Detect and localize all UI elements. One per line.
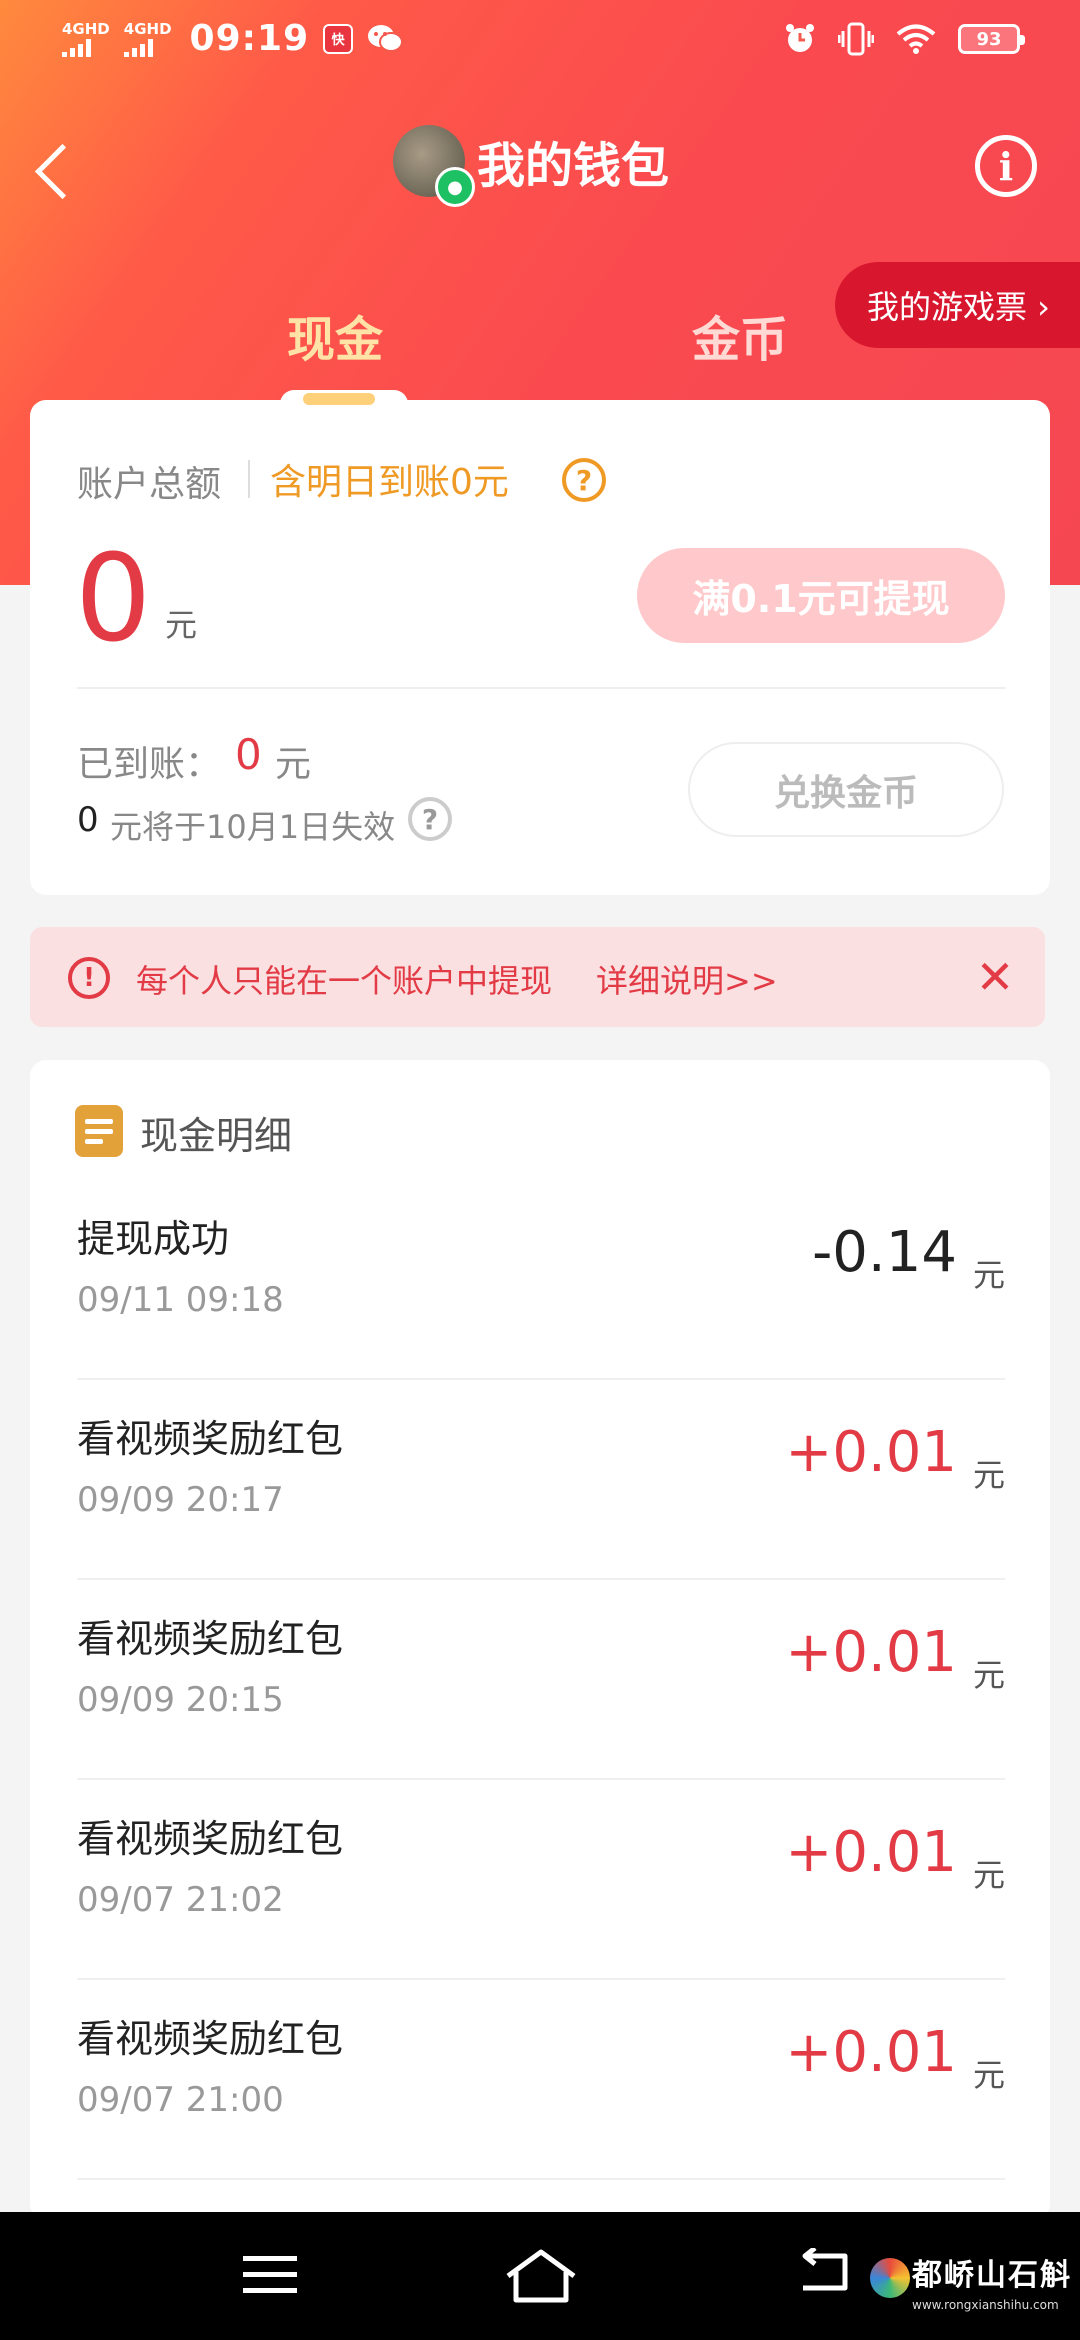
- transaction-unit: 元: [972, 1256, 1005, 1294]
- transaction-title: 看视频奖励红包: [77, 2017, 344, 2061]
- watermark-logo: 都峤山石斛 www.rongxianshihu.com: [862, 2240, 1080, 2340]
- transaction-title: 看视频奖励红包: [77, 1417, 344, 1461]
- transaction-amount: +0.01: [785, 1620, 957, 1685]
- transaction-unit: 元: [972, 1856, 1005, 1894]
- status-bar: 4GHD 4GHD 09:19 快 93: [0, 0, 1080, 80]
- transaction-time: 09/11 09:18: [77, 1280, 284, 1320]
- page-title: 我的钱包: [477, 138, 670, 194]
- notice-detail-link[interactable]: 详细说明>>: [596, 956, 778, 1002]
- transaction-title: 看视频奖励红包: [77, 1617, 344, 1661]
- tab-cash[interactable]: 现金: [287, 300, 383, 370]
- transaction-time: 09/09 20:17: [77, 1480, 284, 1520]
- battery-icon: 93: [958, 24, 1025, 54]
- transaction-title: 提现成功: [77, 1217, 230, 1261]
- tab-indicator: [303, 393, 375, 405]
- watermark-name: 都峤山石斛: [912, 2258, 1072, 2293]
- cash-detail-card: 现金明细 提现成功 09/11 09:18 -0.14 元 看视频奖励红包 09…: [30, 1060, 1050, 2220]
- account-total-label: 账户总额: [77, 464, 222, 505]
- list-item[interactable]: 看视频奖励红包 09/09 20:15 +0.01 元: [77, 1580, 1005, 1780]
- signal-bars-icon: [62, 37, 91, 57]
- alarm-icon: [786, 24, 814, 52]
- balance-unit: 元: [165, 606, 198, 644]
- cash-detail-title: 现金明细: [140, 1114, 293, 1158]
- transaction-unit: 元: [972, 2056, 1005, 2094]
- signal-sim2: 4GHD: [123, 19, 172, 57]
- transaction-unit: 元: [972, 1656, 1005, 1694]
- close-icon[interactable]: ✕: [965, 947, 1025, 1007]
- transaction-amount: +0.01: [785, 2020, 957, 2085]
- document-icon: [75, 1105, 123, 1157]
- vibrate-icon: [838, 22, 874, 56]
- account-card: 账户总额 含明日到账0元 ? 0 元 满0.1元可提现 已到账： 0 元 0 元…: [30, 400, 1050, 895]
- tomorrow-arrival-text: 含明日到账0元: [270, 462, 509, 503]
- back-nav-icon[interactable]: [795, 2248, 855, 2298]
- avatar[interactable]: ●: [393, 125, 475, 207]
- transaction-amount: +0.01: [785, 1820, 957, 1885]
- menu-icon[interactable]: [243, 2252, 297, 2298]
- signal-sim1: 4GHD: [62, 21, 110, 57]
- divider: [248, 460, 250, 498]
- transaction-unit: 元: [972, 1456, 1005, 1494]
- list-item[interactable]: 提现成功 09/11 09:18 -0.14 元: [77, 1180, 1005, 1380]
- watermark-logo-icon: [870, 2258, 910, 2298]
- list-item[interactable]: 看视频奖励红包 09/09 20:17 +0.01 元: [77, 1380, 1005, 1580]
- arrived-label: 已到账：: [77, 744, 222, 785]
- expire-value: 0: [77, 800, 99, 840]
- transaction-time: 09/07 21:00: [77, 2080, 284, 2120]
- wechat-icon: ●: [435, 167, 475, 207]
- transaction-amount: -0.14: [812, 1220, 957, 1285]
- alert-icon: !: [68, 957, 110, 999]
- help-icon[interactable]: ?: [562, 458, 606, 502]
- arrived-unit: 元: [275, 744, 312, 785]
- transaction-time: 09/07 21:02: [77, 1880, 284, 1920]
- signal-label: 4GHD: [62, 19, 110, 38]
- signal-label: 4GHD: [123, 19, 172, 38]
- app-notification-icon: 快: [323, 23, 354, 54]
- status-time: 09:19: [189, 18, 310, 59]
- balance-value: 0: [75, 530, 152, 669]
- divider: [77, 687, 1005, 689]
- arrived-value: 0: [235, 730, 262, 779]
- notice-text: 每个人只能在一个账户中提现: [136, 962, 553, 1000]
- transaction-amount: +0.01: [785, 1420, 957, 1485]
- notice-banner: ! 每个人只能在一个账户中提现 详细说明>> ✕: [30, 927, 1045, 1027]
- help-icon[interactable]: ?: [408, 797, 452, 841]
- back-button[interactable]: [25, 130, 85, 210]
- signal-bars-icon: [123, 37, 153, 57]
- list-item[interactable]: 看视频奖励红包 09/07 21:02 +0.01 元: [77, 1780, 1005, 1980]
- list-item[interactable]: 看视频奖励红包 09/07 21:00 +0.01 元: [77, 1980, 1005, 2180]
- home-icon[interactable]: [504, 2248, 578, 2304]
- tab-coin[interactable]: 金币: [692, 300, 788, 370]
- exchange-coin-button[interactable]: 兑换金币: [688, 742, 1004, 837]
- withdraw-button[interactable]: 满0.1元可提现: [637, 548, 1005, 643]
- wechat-notification-icon: [368, 24, 404, 52]
- info-button[interactable]: i: [975, 135, 1037, 197]
- expire-text: 元将于10月1日失效: [110, 808, 396, 846]
- transaction-title: 看视频奖励红包: [77, 1817, 344, 1861]
- game-ticket-button[interactable]: 我的游戏票 ›: [835, 262, 1080, 348]
- transaction-time: 09/09 20:15: [77, 1680, 284, 1720]
- watermark-url: www.rongxianshihu.com: [912, 2298, 1059, 2312]
- title-bar: ● 我的钱包: [393, 125, 670, 207]
- wifi-icon: [896, 24, 936, 54]
